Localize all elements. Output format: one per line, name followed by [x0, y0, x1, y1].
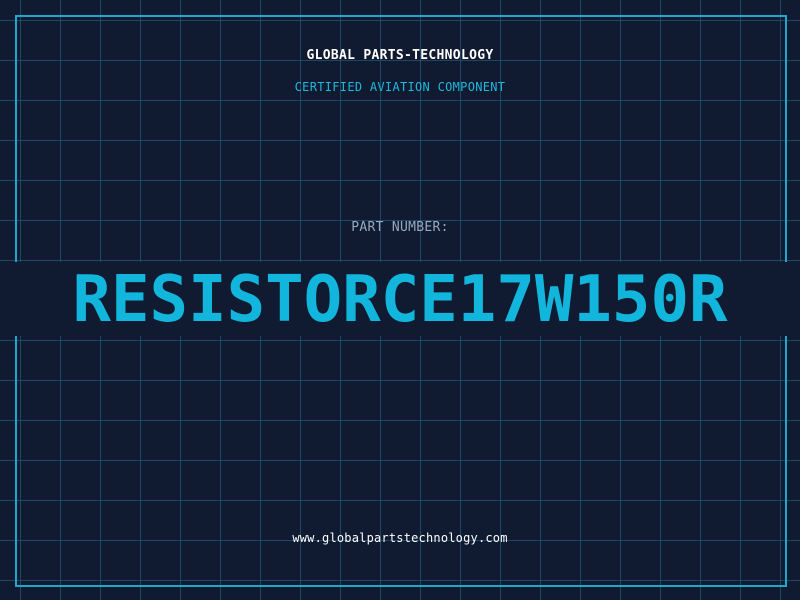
part-number-label: PART NUMBER: [351, 220, 449, 235]
website-url[interactable]: www.globalpartstechnology.com [0, 531, 800, 545]
part-number-value: RESISTORCE17W150R [72, 263, 728, 337]
part-label-card: GLOBAL PARTS-TECHNOLOGY CERTIFIED AVIATI… [0, 0, 800, 600]
certification-subtitle: CERTIFIED AVIATION COMPONENT [294, 80, 506, 94]
company-name: GLOBAL PARTS-TECHNOLOGY [306, 48, 494, 63]
